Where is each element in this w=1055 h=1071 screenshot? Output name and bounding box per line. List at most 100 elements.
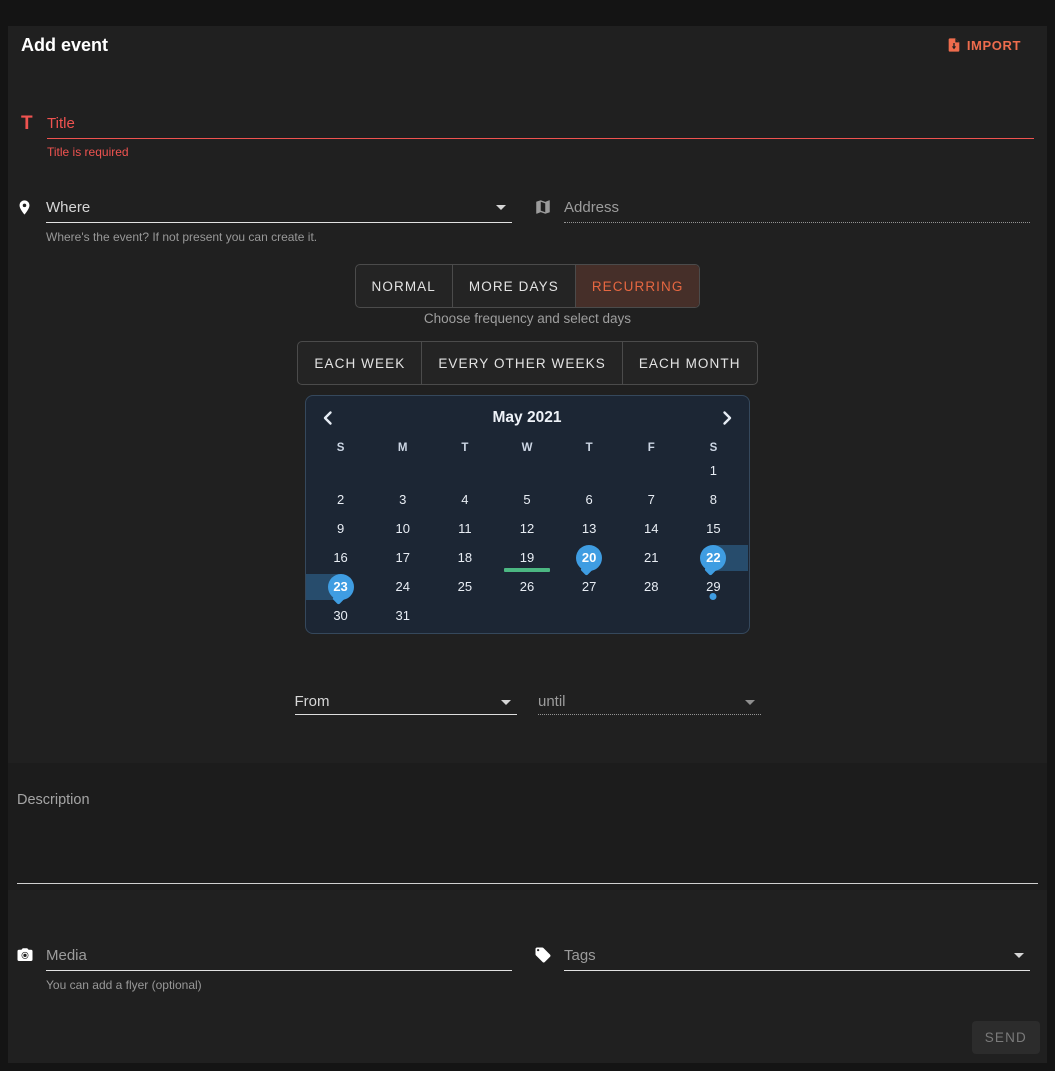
calendar-day[interactable]: 3	[372, 485, 434, 514]
where-select[interactable]: Where	[46, 192, 512, 223]
calendar-day[interactable]: 21	[620, 543, 682, 572]
weekday-label: T	[434, 440, 496, 456]
calendar-day[interactable]: 13	[558, 514, 620, 543]
calendar-day[interactable]: 8	[682, 485, 744, 514]
calendar-day[interactable]: 10	[372, 514, 434, 543]
calendar-empty-cell	[558, 456, 620, 485]
calendar-day[interactable]: 9	[310, 514, 372, 543]
calendar-weekday-header: SMTWTFS	[310, 440, 745, 456]
send-button[interactable]: SEND	[972, 1021, 1040, 1054]
calendar-empty-cell	[434, 456, 496, 485]
calendar-day[interactable]: 6	[558, 485, 620, 514]
tag-icon	[534, 940, 564, 970]
calendar-day[interactable]: 23	[310, 572, 372, 601]
tags-field-group: Tags	[534, 940, 1030, 992]
calendar-day[interactable]: 31	[372, 601, 434, 630]
add-event-dialog: Add event IMPORT T Title Title is requir…	[8, 26, 1047, 1063]
until-select[interactable]: until	[538, 689, 761, 715]
address-input[interactable]: Address	[564, 192, 1030, 223]
calendar-day[interactable]: 24	[372, 572, 434, 601]
calendar-empty-cell	[620, 601, 682, 630]
calendar-empty-cell	[434, 601, 496, 630]
calendar-header: May 2021	[306, 396, 749, 440]
calendar-empty-cell	[496, 456, 558, 485]
frequency-tabs: EACH WEEKEVERY OTHER WEEKSEACH MONTH	[297, 341, 757, 385]
title-error-text: Title is required	[47, 145, 1034, 159]
media-field-group: Media You can add a flyer (optional)	[16, 940, 512, 992]
media-input[interactable]: Media	[46, 940, 512, 971]
from-select[interactable]: From	[295, 689, 518, 715]
weekday-label: M	[372, 440, 434, 456]
calendar-empty-cell	[682, 601, 744, 630]
from-label: From	[295, 693, 330, 710]
weekday-label: W	[496, 440, 558, 456]
calendar-day[interactable]: 5	[496, 485, 558, 514]
calendar-day[interactable]: 20	[558, 543, 620, 572]
map-icon	[534, 192, 564, 222]
calendar-day[interactable]: 30	[310, 601, 372, 630]
calendar-day[interactable]: 16	[310, 543, 372, 572]
tags-select[interactable]: Tags	[564, 940, 1030, 971]
calendar-empty-cell	[558, 601, 620, 630]
location-row: Where Where's the event? If not present …	[16, 192, 1030, 244]
tab-recurring[interactable]: RECURRING	[575, 265, 700, 307]
date-picker-calendar: May 2021 SMTWTFS 12345678910111213141516…	[305, 395, 750, 634]
calendar-day[interactable]: 19	[496, 543, 558, 572]
title-placeholder: Title	[47, 115, 75, 132]
weekday-label: T	[558, 440, 620, 456]
calendar-day[interactable]: 17	[372, 543, 434, 572]
calendar-day[interactable]: 12	[496, 514, 558, 543]
calendar-day[interactable]: 25	[434, 572, 496, 601]
calendar-month-label: May 2021	[306, 396, 749, 440]
address-placeholder: Address	[564, 199, 619, 216]
location-pin-icon	[16, 192, 46, 222]
frequency-tabs-row: EACH WEEKEVERY OTHER WEEKSEACH MONTH	[8, 341, 1047, 385]
chevron-down-icon	[1014, 953, 1024, 958]
weekday-label: S	[310, 440, 372, 456]
dialog-header: Add event IMPORT	[21, 32, 1023, 58]
page-title: Add event	[21, 35, 108, 56]
address-field-group: Address	[534, 192, 1030, 244]
calendar-day[interactable]: 15	[682, 514, 744, 543]
until-field-group: until	[538, 689, 761, 715]
calendar-day[interactable]: 7	[620, 485, 682, 514]
calendar-day[interactable]: 14	[620, 514, 682, 543]
media-tags-row: Media You can add a flyer (optional) Tag…	[16, 940, 1030, 992]
media-helper-text: You can add a flyer (optional)	[46, 978, 512, 992]
media-placeholder: Media	[46, 947, 87, 964]
import-button[interactable]: IMPORT	[944, 33, 1023, 57]
calendar-day[interactable]: 26	[496, 572, 558, 601]
calendar-day[interactable]: 11	[434, 514, 496, 543]
tab-normal[interactable]: NORMAL	[356, 265, 452, 307]
calendar-day[interactable]: 28	[620, 572, 682, 601]
description-textarea[interactable]: Description	[17, 791, 1038, 884]
calendar-day[interactable]: 1	[682, 456, 744, 485]
camera-icon	[16, 940, 46, 970]
calendar-day[interactable]: 18	[434, 543, 496, 572]
title-icon: T	[21, 108, 47, 138]
description-section: Description	[8, 763, 1047, 890]
calendar-empty-cell	[496, 601, 558, 630]
title-input[interactable]: Title	[47, 108, 1034, 139]
weekday-label: S	[682, 440, 744, 456]
calendar-day[interactable]: 22	[682, 543, 744, 572]
calendar-day[interactable]: 4	[434, 485, 496, 514]
next-month-button[interactable]	[713, 404, 741, 432]
frequency-option-each-month[interactable]: EACH MONTH	[622, 342, 757, 384]
calendar-empty-cell	[372, 456, 434, 485]
frequency-option-every-other-weeks[interactable]: EVERY OTHER WEEKS	[421, 342, 622, 384]
chevron-down-icon	[501, 700, 511, 705]
frequency-option-each-week[interactable]: EACH WEEK	[298, 342, 421, 384]
where-field-group: Where Where's the event? If not present …	[16, 192, 512, 244]
title-field-group: T Title Title is required	[21, 108, 1034, 159]
chevron-down-icon	[745, 700, 755, 705]
where-helper-text: Where's the event? If not present you ca…	[46, 230, 512, 244]
calendar-day[interactable]: 27	[558, 572, 620, 601]
mode-tabs: NORMALMORE DAYSRECURRING	[355, 264, 701, 308]
calendar-day[interactable]: 29	[682, 572, 744, 601]
calendar-empty-cell	[620, 456, 682, 485]
tab-more-days[interactable]: MORE DAYS	[452, 265, 575, 307]
import-button-label: IMPORT	[967, 38, 1021, 53]
mode-tabs-row: NORMALMORE DAYSRECURRING	[8, 264, 1047, 308]
calendar-day[interactable]: 2	[310, 485, 372, 514]
